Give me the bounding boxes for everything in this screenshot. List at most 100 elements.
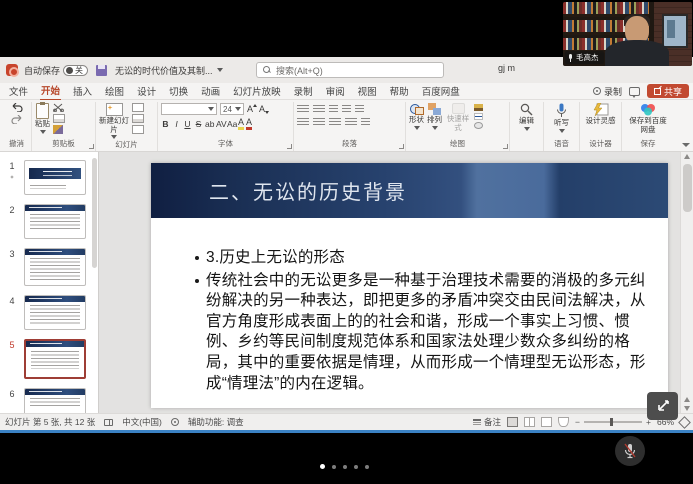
quick-styles-button[interactable]: 快速样式 xyxy=(445,103,471,132)
dictate-button[interactable]: 听写 xyxy=(554,103,569,133)
reading-view-button[interactable] xyxy=(541,417,552,427)
tab-transitions[interactable]: 切换 xyxy=(168,82,189,100)
justify-icon[interactable] xyxy=(345,118,357,127)
scrollbar-thumb[interactable] xyxy=(683,164,692,212)
change-case-button[interactable]: Aa xyxy=(227,119,236,129)
slide-body[interactable]: 3.历史上无讼的形态 传统社会中的无讼更多是一种基于治理技术需要的消极的多元纠纷… xyxy=(151,218,668,394)
tab-animations[interactable]: 动画 xyxy=(200,82,221,100)
slide-sorter-view-button[interactable] xyxy=(524,417,535,427)
indent-increase-icon[interactable] xyxy=(342,105,351,114)
thumbnail-scrollbar[interactable] xyxy=(92,158,97,268)
shape-effects-icon[interactable] xyxy=(474,122,483,129)
font-size-combo[interactable]: 24 xyxy=(220,103,244,115)
align-left-icon[interactable] xyxy=(297,118,309,127)
record-button[interactable]: 录制 xyxy=(593,85,622,98)
character-spacing-button[interactable]: AV xyxy=(216,119,225,129)
current-slide[interactable]: 二、无讼的历史背景 3.历史上无讼的形态 传统社会中的无讼更多是一种基于治理技术… xyxy=(151,163,668,408)
slide-title[interactable]: 二、无讼的历史背景 xyxy=(151,176,407,205)
line-spacing-icon[interactable] xyxy=(355,105,364,114)
annotation-tool-button[interactable] xyxy=(647,392,678,420)
search-placeholder: 搜索(Alt+Q) xyxy=(276,64,323,77)
collapse-ribbon-icon[interactable] xyxy=(682,143,690,147)
tab-baidu-netdisk[interactable]: 百度网盘 xyxy=(421,82,461,100)
editing-button[interactable]: 编辑 xyxy=(519,103,534,131)
shape-fill-icon[interactable] xyxy=(474,104,483,111)
thumbnail-slide-2[interactable]: 2 xyxy=(0,204,98,239)
bold-button[interactable]: B xyxy=(161,119,170,129)
share-button[interactable]: 共享 xyxy=(647,84,689,98)
align-right-icon[interactable] xyxy=(329,118,341,127)
cut-icon[interactable] xyxy=(53,103,64,112)
design-ideas-button[interactable]: 设计灵感 xyxy=(586,103,616,126)
layout-icon[interactable] xyxy=(132,103,144,112)
video-page-indicator[interactable] xyxy=(320,464,369,469)
text-shadow-button[interactable]: ab xyxy=(205,119,214,129)
columns-icon[interactable] xyxy=(361,118,370,127)
tab-home[interactable]: 开始 xyxy=(40,81,61,101)
tab-review[interactable]: 审阅 xyxy=(325,82,346,100)
thumbnail-slide-3[interactable]: 3 xyxy=(0,248,98,286)
dialog-launcher-icon[interactable] xyxy=(399,144,404,149)
save-to-baidu-button[interactable]: 保存到百度网盘 xyxy=(628,103,668,134)
reset-icon[interactable] xyxy=(132,114,144,123)
thumbnail-slide-1[interactable]: 1 xyxy=(0,160,98,195)
tab-file[interactable]: 文件 xyxy=(8,82,29,100)
indent-decrease-icon[interactable] xyxy=(329,105,338,114)
autosave-toggle[interactable]: 自动保存 关 xyxy=(24,64,88,77)
redo-icon[interactable] xyxy=(11,115,23,124)
bullets-icon[interactable] xyxy=(297,105,309,114)
arrange-button[interactable]: 排列 xyxy=(427,103,442,130)
dialog-launcher-icon[interactable] xyxy=(89,144,94,149)
tab-insert[interactable]: 插入 xyxy=(72,82,93,100)
scroll-up-icon[interactable] xyxy=(684,154,690,159)
undo-icon[interactable] xyxy=(11,103,23,112)
search-input[interactable]: 搜索(Alt+Q) xyxy=(256,62,444,78)
vertical-scrollbar[interactable] xyxy=(680,152,693,413)
tab-draw[interactable]: 绘图 xyxy=(104,82,125,100)
grow-font-icon[interactable]: A xyxy=(247,104,256,114)
thumbnail-slide-5-selected[interactable]: 5 xyxy=(0,339,98,379)
previous-slide-icon[interactable] xyxy=(684,397,690,402)
align-center-icon[interactable] xyxy=(313,118,325,127)
normal-view-button[interactable] xyxy=(507,417,518,427)
spellcheck-icon[interactable] xyxy=(104,419,113,426)
font-name-combo[interactable] xyxy=(161,103,217,115)
mute-microphone-button[interactable] xyxy=(615,436,645,466)
accessibility-status[interactable]: 辅助功能: 调查 xyxy=(188,416,244,428)
slideshow-view-button[interactable] xyxy=(558,417,569,427)
section-icon[interactable] xyxy=(132,125,144,134)
notes-button[interactable]: 备注 xyxy=(473,416,501,428)
shapes-button[interactable]: 形状 xyxy=(409,103,424,130)
format-painter-icon[interactable] xyxy=(53,125,63,134)
strikethrough-button[interactable]: S xyxy=(194,119,203,129)
zoom-slider[interactable]: − + xyxy=(575,417,651,427)
paste-button[interactable]: 粘贴 xyxy=(35,103,50,134)
thumbnail-slide-6[interactable]: 6 xyxy=(0,388,98,413)
fit-to-window-icon[interactable] xyxy=(678,416,691,429)
shrink-font-icon[interactable]: A xyxy=(259,104,268,114)
italic-button[interactable]: I xyxy=(172,119,181,129)
file-name[interactable]: 无讼的时代价值及其制... xyxy=(115,64,223,77)
thumbnail-slide-4[interactable]: 4 xyxy=(0,295,98,330)
underline-button[interactable]: U xyxy=(183,119,192,129)
font-color-icon[interactable]: A xyxy=(246,118,252,130)
dialog-launcher-icon[interactable] xyxy=(287,144,292,149)
zoom-slider-thumb[interactable] xyxy=(610,418,613,426)
next-slide-icon[interactable] xyxy=(684,406,690,411)
save-icon[interactable] xyxy=(96,65,107,76)
language-indicator[interactable]: 中文(中国) xyxy=(122,416,162,428)
tab-record[interactable]: 录制 xyxy=(293,82,314,100)
participant-video-tile[interactable]: 毛高杰 xyxy=(563,2,692,66)
dialog-launcher-icon[interactable] xyxy=(503,144,508,149)
copy-icon[interactable] xyxy=(53,114,65,123)
new-slide-button[interactable]: 新建幻灯片 xyxy=(99,103,129,139)
tab-slideshow[interactable]: 幻灯片放映 xyxy=(232,82,282,100)
tab-design[interactable]: 设计 xyxy=(136,82,157,100)
account-name[interactable]: gj m xyxy=(498,63,515,73)
tab-help[interactable]: 帮助 xyxy=(389,82,410,100)
numbering-icon[interactable] xyxy=(313,105,325,114)
comments-icon[interactable] xyxy=(629,87,640,96)
highlight-color-icon[interactable]: ​A xyxy=(238,118,244,130)
tab-view[interactable]: 视图 xyxy=(357,82,378,100)
shape-outline-icon[interactable] xyxy=(474,113,483,120)
